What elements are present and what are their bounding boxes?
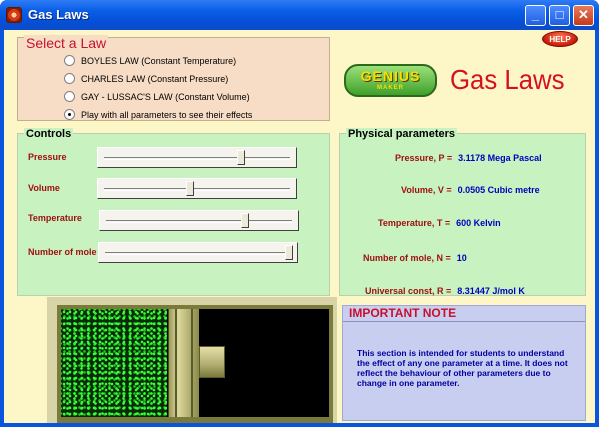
pressure-slider-thumb[interactable] [236, 150, 245, 165]
important-note-panel: IMPORTANT NOTE This section is intended … [342, 305, 586, 421]
logo-main-text: GENIUS [360, 68, 421, 84]
pressure-slider[interactable] [97, 147, 297, 168]
client-area: Select a Law BOYLES LAW (Constant Temper… [4, 30, 595, 423]
temperature-slider[interactable] [99, 210, 299, 231]
radio-label: BOYLES LAW (Constant Temperature) [81, 55, 237, 66]
maximize-button[interactable]: □ [549, 5, 570, 26]
note-divider [343, 321, 585, 322]
radio-label: CHARLES LAW (Constant Pressure) [81, 73, 229, 84]
universal-constant-label: Universal const, R = [365, 286, 452, 296]
number-of-mole-slider-thumb[interactable] [285, 245, 293, 260]
readout-value: 3.1178 Mega Pascal [458, 153, 542, 163]
title-bar[interactable]: Gas Laws _ □ ✕ [0, 0, 599, 30]
gas-cylinder-visualization [47, 297, 337, 423]
important-note-text: This section is intended for students to… [357, 348, 568, 388]
radio-boyles-law[interactable]: BOYLES LAW (Constant Temperature) [64, 54, 236, 67]
controls-heading: Controls [24, 128, 74, 140]
readout-value: 10 [456, 253, 467, 263]
app-window: Gas Laws _ □ ✕ Select a Law BOYLES LAW (… [0, 0, 599, 427]
volume-label: Volume [28, 183, 60, 193]
select-law-heading: Select a Law [24, 35, 109, 51]
piston-rod [199, 346, 225, 378]
pressure-readout: Pressure, P = 3.1178 Mega Pascal [395, 153, 542, 163]
number-of-mole-label: Number of mole [28, 247, 97, 257]
pressure-label: Pressure [28, 152, 67, 162]
readout-label: Temperature, T = [378, 218, 451, 228]
slider-track [104, 188, 290, 191]
radio-circle[interactable] [64, 91, 75, 102]
readout-label: Volume, V = [401, 185, 452, 195]
physical-parameters-panel: Physical parameters Pressure, P = 3.1178 … [339, 128, 586, 296]
select-law-panel: Select a Law BOYLES LAW (Constant Temper… [17, 35, 330, 121]
radio-charles-law[interactable]: CHARLES LAW (Constant Pressure) [64, 72, 228, 85]
number-of-mole-slider[interactable] [98, 242, 298, 263]
app-title: Gas Laws [450, 64, 565, 95]
physical-parameters-heading: Physical parameters [346, 128, 458, 140]
readout-label: Pressure, P = [395, 153, 453, 163]
radio-label: Play with all parameters to see their ef… [81, 109, 253, 120]
radio-circle[interactable] [64, 55, 75, 66]
radio-circle[interactable] [64, 73, 75, 84]
piston-head [168, 309, 199, 417]
volume-slider-thumb[interactable] [185, 181, 194, 196]
help-button[interactable]: HELP [542, 31, 578, 47]
readout-label: Number of mole, N = [363, 253, 451, 263]
controls-panel: Controls Pressure Volume Temperature Num… [17, 128, 330, 296]
piston-groove [191, 309, 193, 417]
radio-circle-selected[interactable] [64, 109, 75, 120]
genius-maker-logo: GENIUS MAKER [344, 64, 437, 97]
slider-track [104, 157, 290, 160]
radio-gay-lussac-law[interactable]: GAY - LUSSAC'S LAW (Constant Volume) [64, 90, 250, 103]
temperature-label: Temperature [28, 213, 82, 223]
radio-label: GAY - LUSSAC'S LAW (Constant Volume) [81, 91, 250, 102]
window-title: Gas Laws [28, 7, 89, 22]
universal-constant-readout: Universal const, R = 8.31447 J/mol K [365, 286, 525, 296]
piston-groove [175, 309, 177, 417]
universal-constant-value: 8.31447 J/mol K [457, 286, 525, 296]
gas-particles-area [61, 309, 167, 417]
readout-value: 0.0505 Cubic metre [457, 185, 540, 195]
volume-slider[interactable] [97, 178, 297, 199]
temperature-readout: Temperature, T = 600 Kelvin [378, 218, 501, 228]
slider-track [106, 220, 292, 223]
number-of-mole-readout: Number of mole, N = 10 [363, 253, 467, 263]
volume-readout: Volume, V = 0.0505 Cubic metre [401, 185, 540, 195]
app-icon[interactable] [6, 7, 22, 23]
readout-value: 600 Kelvin [456, 218, 501, 228]
important-note-title: IMPORTANT NOTE [349, 306, 457, 320]
slider-track [105, 252, 291, 255]
temperature-slider-thumb[interactable] [240, 213, 249, 228]
close-button[interactable]: ✕ [573, 5, 594, 26]
minimize-button[interactable]: _ [525, 5, 546, 26]
logo-sub-text: MAKER [377, 85, 404, 91]
radio-play-all[interactable]: Play with all parameters to see their ef… [64, 108, 252, 121]
